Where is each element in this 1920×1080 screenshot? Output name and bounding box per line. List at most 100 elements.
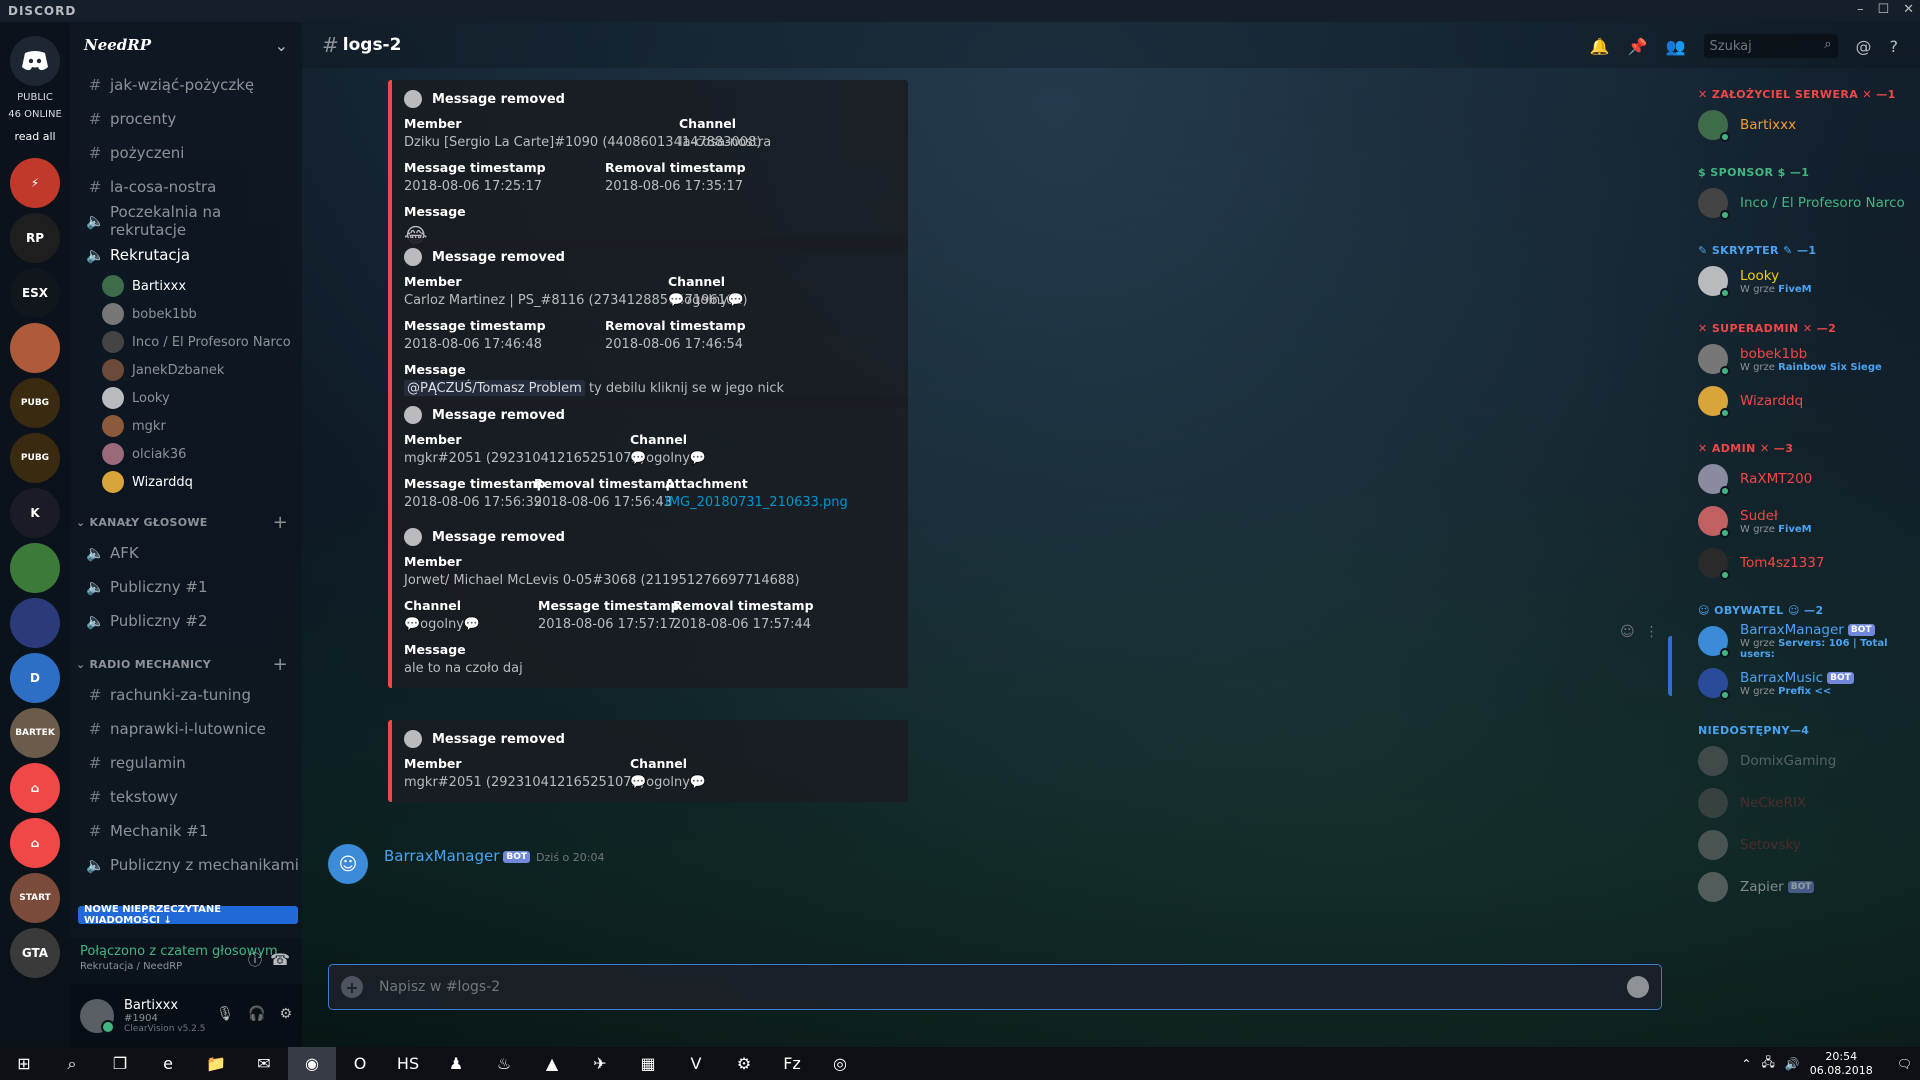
home-button[interactable] [10,36,60,86]
server-icon-time-rp-server[interactable]: RP [10,213,60,263]
member-item[interactable]: Zapier BOT [1690,866,1920,908]
attachment-link[interactable]: IMG_20180731_210633.png [665,495,848,510]
add-channel-icon[interactable]: + [273,654,288,675]
server-icon-battlegrounds-server-2[interactable]: PUBG [10,433,60,483]
gear-icon[interactable]: ⚙ [279,1006,292,1022]
taskbar-app-icon[interactable]: ✉ [240,1047,288,1080]
server-icon-bartek-server[interactable]: BARTEK [10,708,60,758]
voice-user[interactable]: Looky [70,384,302,412]
voice-channel-item[interactable]: 🔈 AFK [70,536,302,570]
disconnect-icon[interactable]: ☎ [270,950,290,969]
bot-avatar[interactable]: ☺ [328,844,368,884]
minimize-button[interactable]: – [1857,2,1864,17]
voice-channel-rekrutacja[interactable]: 🔈 Rekrutacja [70,238,302,272]
server-icon-start-server[interactable]: START [10,873,60,923]
member-item[interactable]: DomixGaming [1690,740,1920,782]
headphones-icon[interactable]: 🎧 [248,1006,265,1022]
taskbar-app-icon[interactable]: O [336,1047,384,1080]
chevron-down-icon[interactable]: ⌄ [275,36,288,55]
channel-item[interactable]: # Mechanik #1 [70,814,302,848]
network-icon[interactable]: 🖧 [1761,1053,1774,1074]
voice-channel-item[interactable]: 🔈 Publiczny #2 [70,604,302,638]
bell-icon[interactable]: 🔔 [1590,37,1610,56]
channel-item[interactable]: # rachunki-za-tuning [70,678,302,712]
add-channel-icon[interactable]: + [273,512,288,533]
avatar[interactable] [80,998,115,1034]
server-icon-esx-server[interactable]: ESX [10,268,60,318]
channel-item[interactable]: # regulamin [70,746,302,780]
server-icon-gta-server[interactable]: GTA [10,928,60,978]
server-icon-battlegrounds-server-1[interactable]: PUBG [10,378,60,428]
channel-item[interactable]: # pożyczeni [70,136,302,170]
member-item[interactable]: BarraxMusic BOT W grze Prefix << [1690,662,1920,704]
server-icon-tower-server[interactable] [10,598,60,648]
voice-user[interactable]: olciak36 [70,440,302,468]
channel-item[interactable]: # procenty [70,102,302,136]
members-icon[interactable]: 👥 [1666,37,1686,56]
voice-user[interactable]: Wizarddq [70,468,302,496]
clock[interactable]: 20:54 06.08.2018 [1810,1050,1873,1078]
member-item[interactable]: Sudeł W grze FiveM [1690,500,1920,542]
guild-header[interactable]: NeedRP ⌄ [70,22,302,68]
info-icon[interactable]: ⓘ [248,950,262,970]
member-item[interactable]: Inco / El Profesoro Narco [1690,182,1920,224]
voice-user[interactable]: bobek1bb [70,300,302,328]
voice-user[interactable]: JanekDzbanek [70,356,302,384]
taskbar-app-icon[interactable]: ✈ [576,1047,624,1080]
taskbar-app-icon[interactable]: ⚙ [720,1047,768,1080]
taskbar-app-icon[interactable]: V [672,1047,720,1080]
member-item[interactable]: Tom4sz1337 [1690,542,1920,584]
taskbar-app-icon[interactable]: ◉ [288,1047,336,1080]
user-mention[interactable]: @PĄCZUŚ/Tomasz Problem [404,380,585,397]
server-icon-anime-server[interactable] [10,323,60,373]
help-icon[interactable]: ? [1890,37,1899,56]
server-icon-k-server[interactable]: K [10,488,60,538]
taskbar-app-icon[interactable]: HS [384,1047,432,1080]
member-item[interactable]: BarraxManager BOT W grze Servers: 106 | To… [1690,620,1920,662]
category-radio[interactable]: ⌄ RADIO MECHANICY + [70,650,302,678]
add-reaction-icon[interactable]: ☺ [1620,624,1635,640]
taskbar-app-icon[interactable]: ◎ [816,1047,864,1080]
message-composer[interactable]: + Napisz w #logs-2 [328,964,1662,1010]
chevron-up-icon[interactable]: ⌃ [1741,1057,1751,1071]
volume-icon[interactable]: 🔊 [1785,1057,1800,1071]
server-icon-pikachu-server[interactable]: ⚡ [10,158,60,208]
voice-user[interactable]: Inco / El Profesoro Narco [70,328,302,356]
taskbar-app-icon[interactable]: ▦ [624,1047,672,1080]
taskbar-app-icon[interactable]: ♨ [480,1047,528,1080]
channel-item[interactable]: 🔈 Publiczny z mechanikami [70,848,302,882]
channel-item[interactable]: # la-cosa-nostra [70,170,302,204]
member-item[interactable]: Looky W grze FiveM [1690,260,1920,302]
server-icon-discord-red-server-2[interactable]: ⌂ [10,818,60,868]
taskbar-app-icon[interactable]: e [144,1047,192,1080]
notifications-icon[interactable]: 🗨 [1897,1057,1912,1071]
taskbar-app-icon[interactable]: ⌕ [48,1047,96,1080]
member-item[interactable]: Bartixxx [1690,104,1920,146]
close-button[interactable]: ✕ [1903,2,1914,17]
new-messages-bar[interactable]: NOWE NIEPRZECZYTANE WIADOMOŚCI ↓ [78,904,298,926]
maximize-button[interactable]: ☐ [1877,2,1889,17]
scrollbar-thumb[interactable] [1668,636,1672,696]
taskbar-app-icon[interactable]: Fz [768,1047,816,1080]
more-options-icon[interactable]: ⋮ [1645,624,1659,640]
upload-plus-icon[interactable]: + [341,976,363,998]
member-item[interactable]: bobek1bb W grze Rainbow Six Siege [1690,338,1920,380]
member-item[interactable]: NeCkeRIX [1690,782,1920,824]
mention-icon[interactable]: @ [1856,37,1872,56]
taskbar-app-icon[interactable]: 📁 [192,1047,240,1080]
member-item[interactable]: Wizarddq [1690,380,1920,422]
voice-channel-item[interactable]: 🔈 Publiczny #1 [70,570,302,604]
voice-user[interactable]: Bartixxx [70,272,302,300]
channel-item[interactable]: # jak-wziąć-pożyczkę [70,68,302,102]
channel-item[interactable]: # naprawki-i-lutownice [70,712,302,746]
channel-item[interactable]: # tekstowy [70,780,302,814]
category-voice[interactable]: ⌄ KANAŁY GŁOSOWE + [70,508,302,536]
taskbar-app-icon[interactable]: ▲ [528,1047,576,1080]
message-author[interactable]: BarraxManager [384,847,499,865]
search-input[interactable]: Szukaj ⌕ [1703,34,1838,58]
taskbar-app-icon[interactable]: ♟ [432,1047,480,1080]
member-item[interactable]: Setovsky [1690,824,1920,866]
channel-item[interactable]: 🔈 Poczekalnia na rekrutacje [70,203,302,239]
microphone-icon[interactable]: 🎙 [216,1006,234,1022]
emoji-picker-icon[interactable] [1627,976,1649,998]
